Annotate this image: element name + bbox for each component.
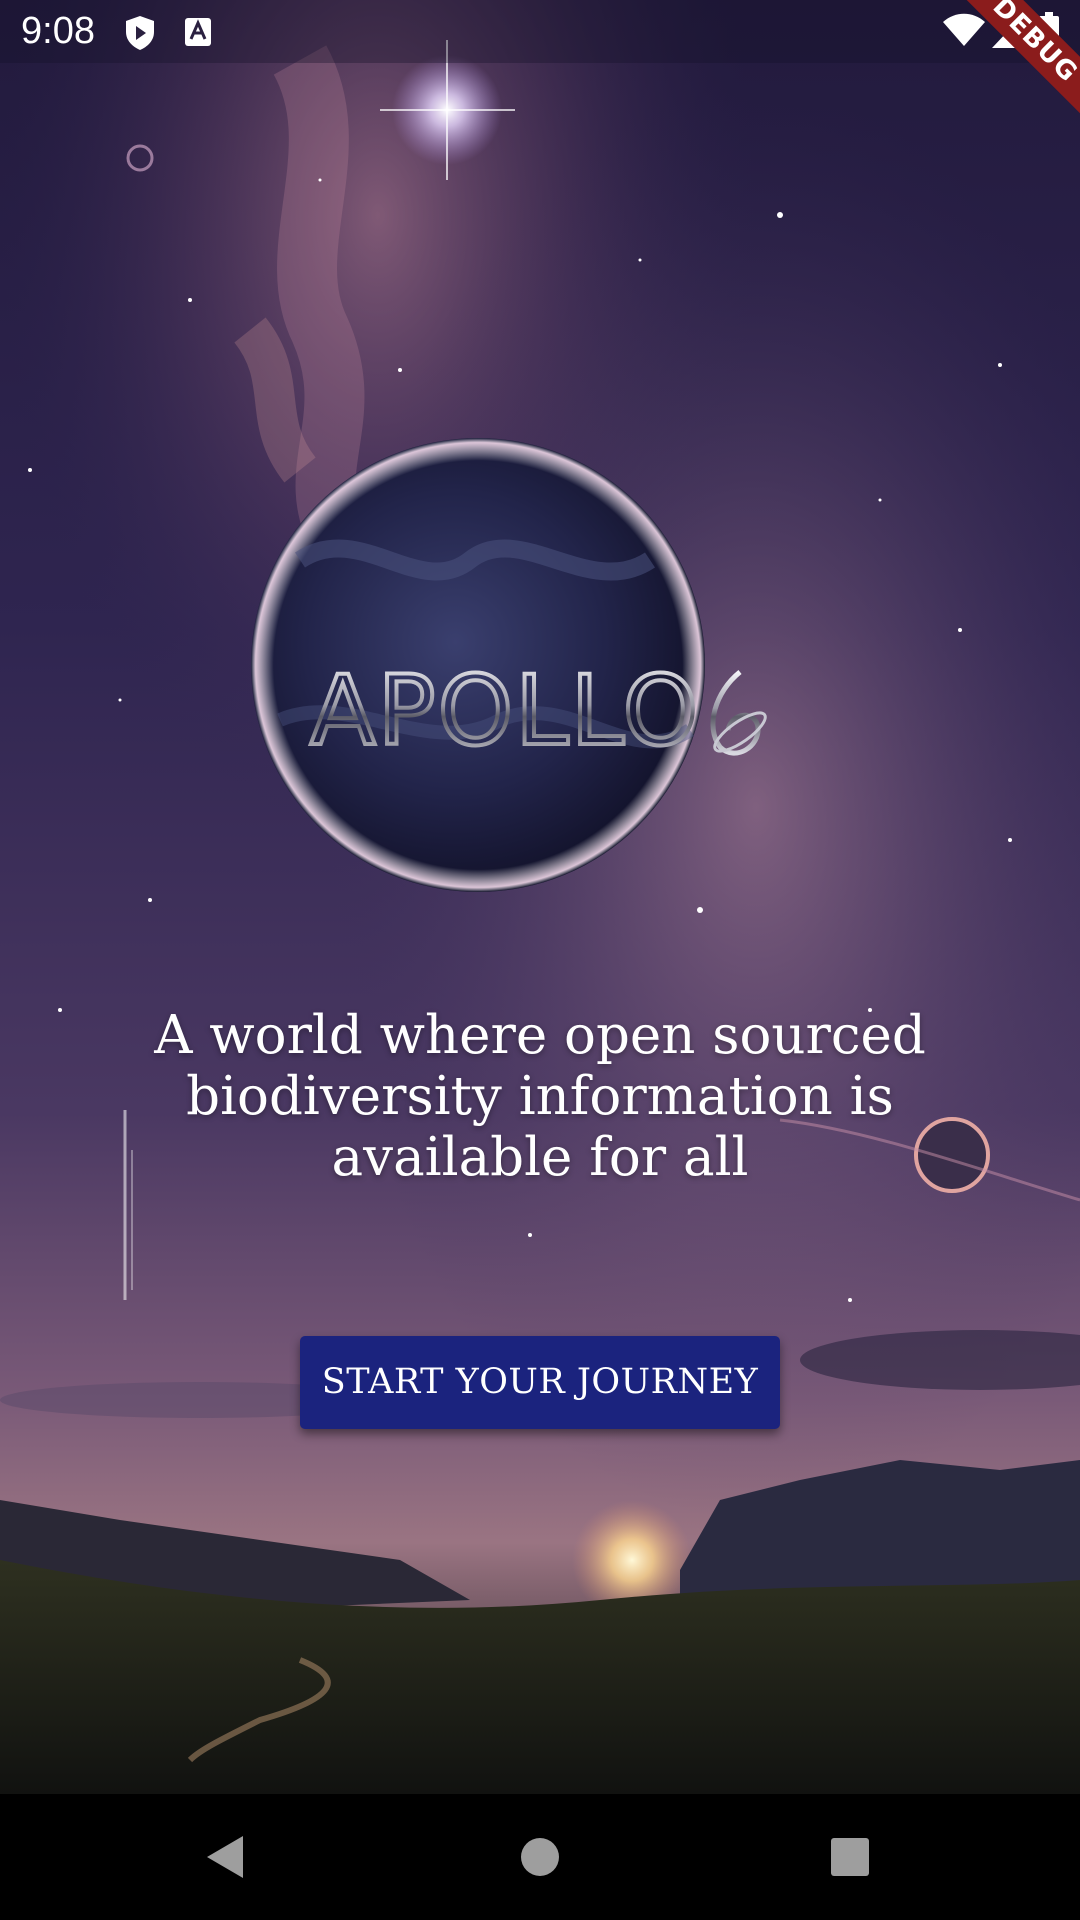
recents-button[interactable] [770, 1794, 930, 1920]
back-triangle-icon [207, 1836, 243, 1878]
tagline-line-3: available for all [331, 1127, 749, 1188]
recents-square-icon [831, 1838, 869, 1876]
navigation-bar [0, 1794, 1080, 1920]
home-circle-icon [521, 1838, 559, 1876]
status-bar: 9:08 [0, 0, 1080, 63]
planet-ring-icon [710, 670, 767, 756]
space-background [0, 0, 1080, 1794]
tagline: A world where open sourced biodiversity … [120, 1005, 960, 1188]
tagline-line-1: A world where open sourced [154, 1005, 926, 1066]
back-button[interactable] [145, 1794, 305, 1920]
home-button[interactable] [460, 1794, 620, 1920]
tagline-line-2: biodiversity information is [186, 1066, 894, 1127]
splash-screen: 9:08 DEBUG APOLLO A world where open sou… [0, 0, 1080, 1920]
logo-wordmark: APOLLO [310, 655, 700, 767]
play-protect-icon [124, 15, 156, 51]
start-journey-button[interactable]: START YOUR JOURNEY [300, 1336, 780, 1429]
status-time: 9:08 [21, 10, 95, 52]
wifi-icon [942, 12, 986, 48]
accessibility-a-icon [184, 17, 212, 47]
space-scene-illustration [0, 0, 1080, 1794]
apollo-logo: APOLLO [300, 652, 780, 772]
